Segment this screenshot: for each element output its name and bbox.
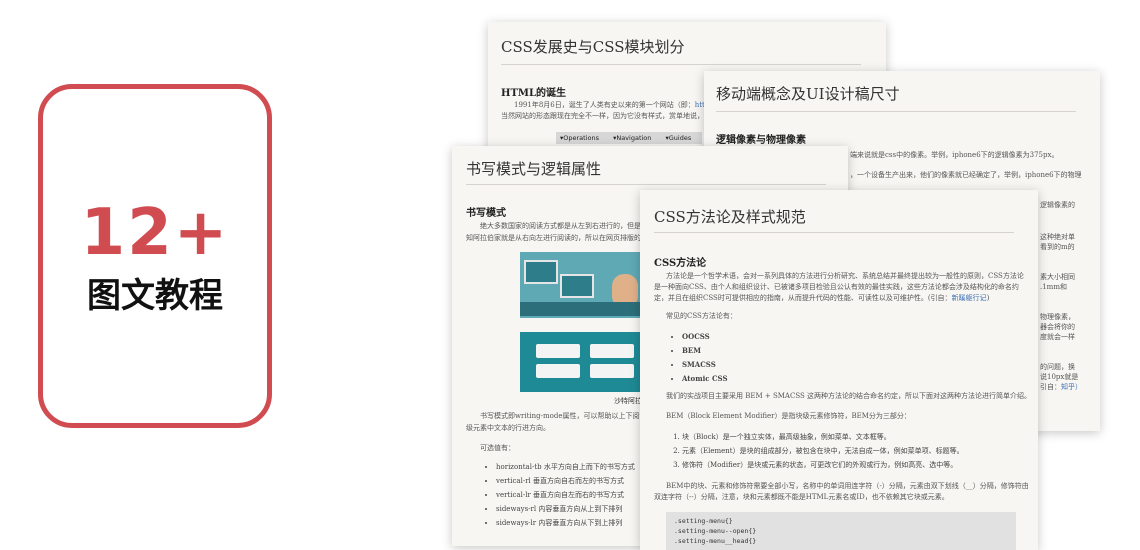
section-heading: CSS方法论 [654, 258, 707, 269]
list-item: 块（Block）是一个独立实体，最高级抽象，例如菜单、文本框等。 [682, 430, 964, 444]
list-item: sideways-rl 内容垂直方向从上到下排列 [496, 502, 635, 516]
code-line: .setting-menu{} [674, 517, 733, 525]
nav-item: ▾Guides [665, 134, 692, 142]
code-block: .setting-menu{} .setting-menu--open{} .s… [666, 512, 1016, 550]
nav-screenshot: ▾Operations ▾Navigation ▾Guides [556, 132, 702, 144]
writing-mode-values: horizontal-tb 水平方向自上而下的书写方式 vertical-rl … [480, 460, 635, 530]
arabic-site-screenshot [520, 252, 642, 318]
paragraph: 我们的实战项目主要采用 BEM + SMACSS 这两种方法论的结合命名约定，所… [666, 392, 1032, 400]
paragraph: 引自：知乎） [1040, 383, 1082, 391]
list-item: 修饰符（Modifier）是块或元素的状态，可更改它们的外观或行为，例如高亮、选… [682, 458, 964, 472]
code-line: .setting-menu__head{} [674, 537, 757, 545]
list-item: BEM [682, 344, 728, 358]
paragraph: 书写模式即writing-mode属性，可以帮助以上下阅读的 [480, 412, 654, 420]
list-item: 元素（Element）是块的组成部分，被包含在块中，无法自成一体，例如菜单项、标… [682, 444, 964, 458]
tutorial-count: 12+ [80, 196, 230, 270]
link[interactable]: 新蹊躯行记 [952, 294, 987, 302]
paragraph: 级元素中文本的行进方向。 [466, 424, 550, 432]
doc-title: CSS发展史与CSS模块划分 [501, 38, 685, 56]
doc-title: 书写模式与逻辑属性 [466, 160, 602, 178]
title-divider [466, 184, 826, 185]
list-item: vertical-lr 垂直方向自左而右的书写方式 [496, 488, 635, 502]
doc-title: 移动端概念及UI设计稿尺寸 [716, 85, 900, 103]
paragraph: 常见的CSS方法论有： [666, 312, 737, 320]
paragraph: 逻辑像素的 [1040, 201, 1075, 209]
list-item: Atomic CSS [682, 372, 728, 386]
list-item: SMACSS [682, 358, 728, 372]
paragraph: 端来说就是css中的像素。举例，iphone6下的逻辑像素为375px。 [850, 151, 1059, 159]
section-heading: 书写模式 [466, 208, 506, 219]
list-item: OOCSS [682, 330, 728, 344]
doc-css-methodology[interactable]: CSS方法论及样式规范 CSS方法论 方法论是一个哲学术语，会对一系列具体的方法… [640, 190, 1038, 550]
list-item: horizontal-tb 水平方向自上而下的书写方式 [496, 460, 635, 474]
title-divider [654, 232, 1014, 233]
paragraph: 知阿拉伯家就是从右向左进行阅读的，所以在网页排版的 [466, 234, 641, 242]
paragraph: 可选值有： [480, 444, 515, 452]
title-divider [716, 111, 1076, 112]
paragraph: .1mm和 [1040, 283, 1067, 291]
code-line: .setting-menu--open{} [674, 527, 757, 535]
link[interactable]: 知乎） [1061, 383, 1082, 391]
list-item: sideways-lr 内容垂直方向从下到上排列 [496, 516, 635, 530]
section-heading: HTML的诞生 [501, 88, 566, 99]
paragraph: 双连字符（--）分隔，注意，块和元素都既不能是HTML元素名或ID，也不依赖其它… [654, 493, 949, 501]
doc-title: CSS方法论及样式规范 [654, 208, 806, 226]
paragraph: 度就会一样 [1040, 333, 1075, 341]
nav-item: ▾Navigation [613, 134, 652, 142]
title-divider [501, 64, 861, 65]
tutorial-label: 图文教程 [87, 276, 223, 316]
section-heading: 逻辑像素与物理像素 [716, 135, 806, 146]
paragraph: 当然网站的形态跟现在完全不一样，因为它没有样式，赏单地说，它 [501, 112, 711, 120]
list-item: vertical-rl 垂直方向自右而左的书写方式 [496, 474, 635, 488]
image-caption: 沙特阿拉 [614, 397, 642, 405]
arabic-menu-screenshot [520, 332, 642, 392]
paragraph: ，一个设备生产出来，他们的像素就已经确定了，举例，iphone6下的物理 [850, 171, 1082, 179]
paragraph: 定，并且在组织CSS时可提供相应的指南，从而提升代码的性能、可读性以及可维护性。… [654, 294, 990, 302]
paragraph: 看到的m的 [1040, 243, 1075, 251]
tutorial-count-card: 12+ 图文教程 [38, 84, 272, 428]
nav-item: ▾Operations [560, 134, 599, 142]
methodology-list: OOCSS BEM SMACSS Atomic CSS [666, 330, 728, 386]
bem-parts-list: 块（Block）是一个独立实体，最高级抽象，例如菜单、文本框等。 元素（Elem… [666, 430, 964, 472]
paragraph: BEM（Block Element Modifier）是指块级元素修饰符，BEM… [666, 412, 911, 420]
paragraph: 绝大多数国家的阅读方式都是从左到右进行的，但是也 [480, 222, 648, 230]
